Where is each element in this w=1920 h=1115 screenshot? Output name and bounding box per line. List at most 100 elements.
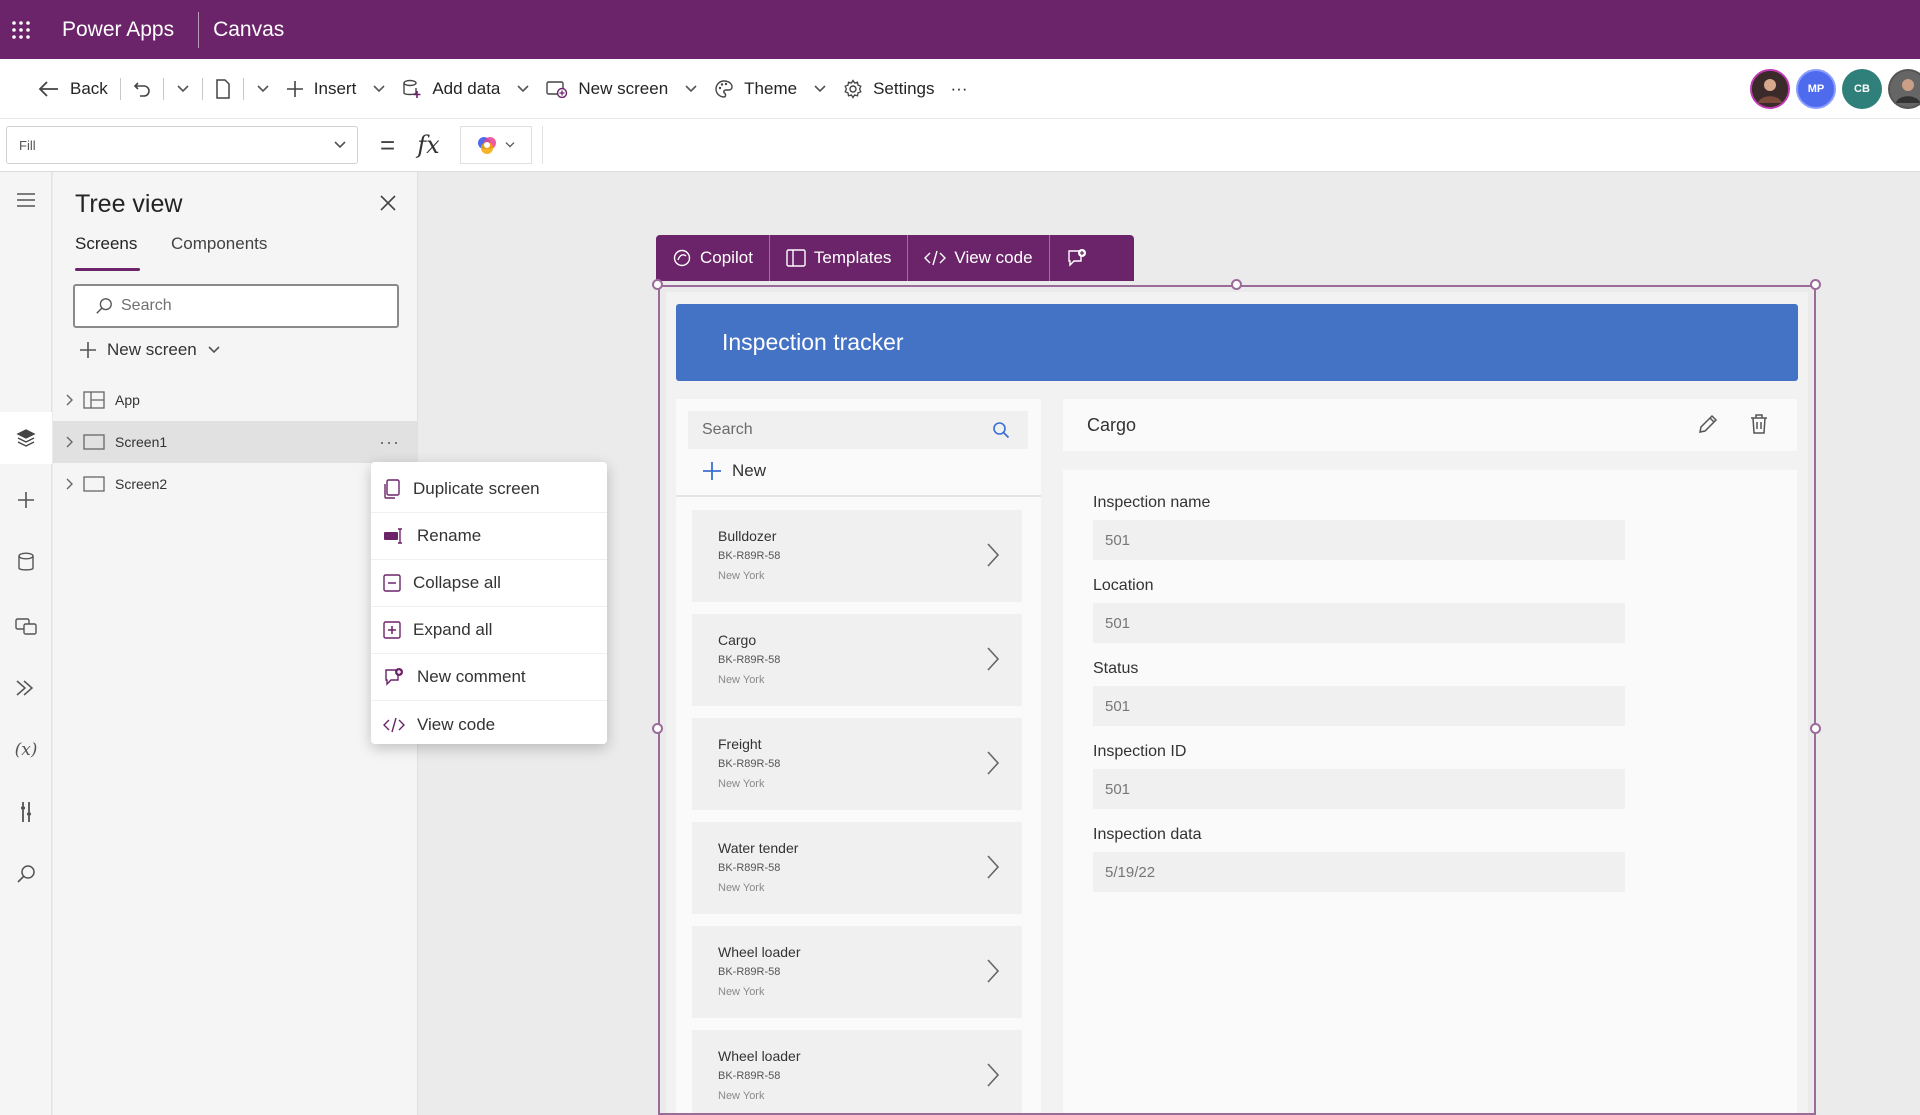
menu-item-collapse-all[interactable]: Collapse all <box>371 560 607 607</box>
screen-icon <box>83 476 105 492</box>
tree-search-input[interactable]: Search <box>73 284 399 328</box>
templates-button[interactable]: Templates <box>770 235 909 281</box>
selection-frame <box>658 285 1816 1115</box>
tab-components[interactable]: Components <box>171 234 267 254</box>
chevron-down-icon <box>177 84 189 92</box>
tree-item-label: Screen2 <box>115 476 168 492</box>
tree-item-label: Screen1 <box>115 434 168 450</box>
rename-icon <box>384 528 402 544</box>
collapse-icon <box>383 574 401 592</box>
function-icon[interactable]: fx <box>417 131 439 159</box>
view-code-button[interactable]: View code <box>908 235 1050 281</box>
chevron-down-icon <box>208 346 220 354</box>
comment-add-icon <box>1067 249 1086 267</box>
avatar[interactable]: MP <box>1796 69 1836 109</box>
comment-button[interactable] <box>1050 235 1104 281</box>
new-screen-button[interactable]: New screen <box>79 340 221 360</box>
avatar[interactable] <box>1888 69 1920 109</box>
chevron-down-icon <box>257 84 269 92</box>
theme-button[interactable]: Theme <box>706 69 835 109</box>
property-dropdown[interactable]: Fill <box>6 126 358 164</box>
layers-icon[interactable] <box>0 412 52 464</box>
close-icon[interactable] <box>379 194 397 212</box>
media-rail-icon[interactable] <box>0 600 52 652</box>
equals-icon: = <box>380 129 396 160</box>
copilot-formula-button[interactable] <box>459 126 532 164</box>
formula-input[interactable] <box>541 126 1920 164</box>
view-code-label: View code <box>954 248 1033 267</box>
settings-button[interactable]: Settings <box>835 69 942 109</box>
advanced-tools-rail-icon[interactable] <box>0 786 52 838</box>
resize-handle[interactable] <box>652 279 663 290</box>
avatar[interactable] <box>1750 69 1790 109</box>
screen-add-icon <box>546 80 568 98</box>
expand-icon <box>383 621 401 639</box>
hamburger-menu-icon[interactable] <box>0 174 52 226</box>
left-rail: (x) <box>0 172 52 1115</box>
formula-bar: Fill = fx <box>0 118 1920 172</box>
tree-item-screen1[interactable]: Screen1 ··· <box>53 421 418 463</box>
menu-item-new-comment[interactable]: New comment <box>371 654 607 701</box>
variables-rail-icon[interactable]: (x) <box>0 724 52 776</box>
file-menu-button[interactable] <box>248 69 278 109</box>
menu-item-label: New comment <box>417 667 526 686</box>
avatar-initials: MP <box>1807 83 1825 95</box>
add-data-button[interactable]: Add data <box>394 69 538 109</box>
more-options-icon[interactable]: ··· <box>379 421 400 463</box>
templates-icon <box>786 249 806 267</box>
document-icon <box>216 78 230 99</box>
tab-screens[interactable]: Screens <box>75 234 137 254</box>
database-add-icon <box>403 79 421 98</box>
property-value: Fill <box>19 137 36 153</box>
back-label: Back <box>70 78 108 98</box>
search-placeholder: Search <box>121 297 172 314</box>
code-icon <box>924 250 947 266</box>
tree-item-app[interactable]: App <box>53 379 418 421</box>
settings-label: Settings <box>873 78 935 98</box>
app-name[interactable]: Power Apps <box>62 18 174 42</box>
tree-item-label: App <box>115 392 140 408</box>
search-icon[interactable] <box>0 848 52 900</box>
insert-button[interactable]: Insert <box>278 69 395 109</box>
plus-icon <box>286 80 303 97</box>
new-screen-label: New screen <box>107 340 197 359</box>
more-commands-button[interactable]: ··· <box>943 69 976 109</box>
power-automate-rail-icon[interactable] <box>0 662 52 714</box>
person-photo-icon <box>1890 71 1920 107</box>
undo-button[interactable] <box>125 69 159 109</box>
chevron-down-icon <box>685 84 697 92</box>
tree-view-panel: Tree view Screens Components Search New … <box>53 172 418 1115</box>
arrow-left-icon <box>38 80 58 97</box>
copilot-label: Copilot <box>700 248 753 267</box>
divider <box>201 77 203 100</box>
resize-handle[interactable] <box>652 723 663 734</box>
resize-handle[interactable] <box>1810 279 1821 290</box>
person-photo-icon <box>1752 71 1788 107</box>
insert-rail-icon[interactable] <box>0 474 52 526</box>
data-rail-icon[interactable] <box>0 536 52 588</box>
new-file-button[interactable] <box>207 69 239 109</box>
tree-item-screen2[interactable]: Screen2 <box>53 463 418 505</box>
menu-item-label: Duplicate screen <box>413 479 540 498</box>
menu-item-label: Rename <box>417 526 482 545</box>
resize-handle[interactable] <box>1231 279 1242 290</box>
chevron-down-icon <box>334 141 346 149</box>
avatar[interactable]: CB <box>1842 69 1882 109</box>
new-screen-label: New screen <box>578 78 669 98</box>
chevron-right-icon <box>66 478 73 490</box>
menu-item-rename[interactable]: Rename <box>371 513 607 560</box>
copilot-icon <box>477 137 496 154</box>
insert-label: Insert <box>313 78 357 98</box>
menu-item-view-code[interactable]: View code <box>371 701 607 748</box>
back-button[interactable]: Back <box>30 69 116 109</box>
menu-item-expand-all[interactable]: Expand all <box>371 607 607 654</box>
active-tab-indicator <box>75 268 140 271</box>
undo-menu-button[interactable] <box>168 69 198 109</box>
theme-label: Theme <box>744 78 798 98</box>
new-screen-button[interactable]: New screen <box>538 69 706 109</box>
menu-item-duplicate-screen[interactable]: Duplicate screen <box>371 466 607 513</box>
screen-icon <box>83 434 105 450</box>
copilot-button[interactable]: Copilot <box>656 235 770 281</box>
app-launcher-icon[interactable] <box>0 0 42 59</box>
resize-handle[interactable] <box>1810 723 1821 734</box>
